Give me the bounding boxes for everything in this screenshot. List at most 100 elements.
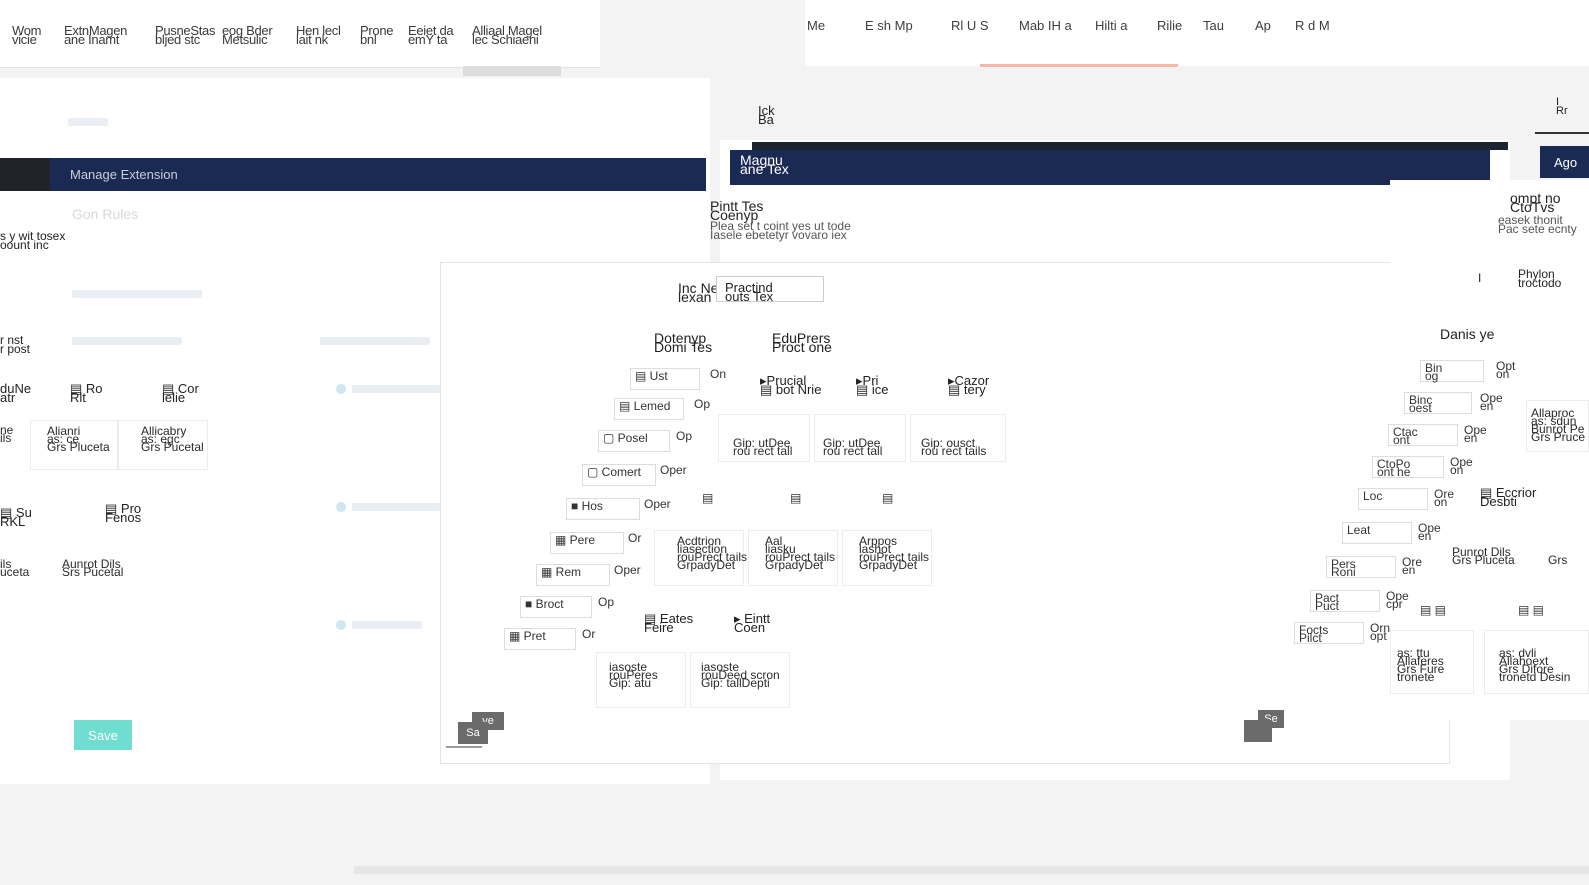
card-text: rou rect tall bbox=[733, 444, 793, 458]
product-card[interactable]: Gip: utDee rou rect tall bbox=[814, 414, 906, 462]
placeholder-bar bbox=[352, 503, 442, 511]
option-subtext: Roni bbox=[1331, 565, 1356, 579]
option-text: Posel bbox=[617, 431, 648, 445]
column-header: ▤ Cor lelie bbox=[162, 382, 199, 404]
option-item[interactable]: ▦ Pere bbox=[550, 532, 624, 554]
center-panel-header: Magnu ane Tex bbox=[730, 150, 1490, 185]
nav-item[interactable]: Hilti a bbox=[1095, 18, 1128, 33]
column-sublabel: ▤ ice bbox=[856, 382, 889, 397]
left-panel-header: Manage Extension bbox=[0, 158, 706, 191]
option-item[interactable]: Bin og bbox=[1420, 360, 1484, 382]
nav-tab[interactable]: Prone bnl bbox=[360, 24, 394, 46]
product-card[interactable]: Allicabry as: egc Grs Pucetal bbox=[118, 420, 208, 470]
nav-tab[interactable]: ExtnMagen ane Inamt bbox=[64, 24, 127, 46]
option-item[interactable]: Focts Pilct bbox=[1294, 622, 1364, 644]
option-text: Pret bbox=[523, 629, 546, 643]
option-item[interactable]: ▦ Rem bbox=[536, 564, 610, 586]
nav-tab-active[interactable]: Alliaal Magel lec Schiaeni bbox=[472, 24, 542, 47]
card-text: rou rect tall bbox=[823, 444, 883, 458]
nav-tab[interactable]: Eeiet da emY ta bbox=[408, 24, 454, 46]
nav-item[interactable]: Tau bbox=[1203, 18, 1224, 33]
option-item[interactable]: ▦ Pret bbox=[504, 628, 576, 650]
product-card[interactable]: Gip: utDee rou rect tall bbox=[718, 414, 810, 462]
nav-item[interactable]: Rl U S bbox=[951, 18, 989, 33]
product-card[interactable]: Alianri as: ce Grs Pluceta bbox=[30, 420, 118, 470]
option-item[interactable]: ▢ Posel bbox=[598, 430, 670, 452]
nav-tab-sublabel: vicie bbox=[12, 32, 37, 47]
option-item[interactable]: Pact Puct bbox=[1310, 590, 1380, 612]
divider bbox=[1535, 132, 1589, 134]
option-item[interactable]: CtoPo ont he bbox=[1372, 456, 1444, 478]
nav-tab-sublabel: lec Schiaeni bbox=[472, 32, 539, 47]
divider bbox=[446, 746, 482, 748]
grid-icon: ▤ bbox=[790, 491, 802, 505]
product-card[interactable]: as: dvli Allahoext Grs Difore tronetd Desin bbox=[1484, 630, 1589, 694]
save-button[interactable]: Sa bbox=[458, 722, 488, 744]
product-card[interactable]: ne ils bbox=[0, 420, 30, 460]
row-header: ▸ Eintt Coen bbox=[734, 612, 770, 635]
nav-tab[interactable]: Wom vicie bbox=[12, 24, 42, 47]
save-button[interactable]: Save bbox=[74, 720, 132, 750]
status-dot bbox=[336, 384, 346, 394]
option-text: Hos bbox=[581, 499, 603, 513]
option-item[interactable]: Loc bbox=[1358, 488, 1428, 510]
nav-item[interactable]: Ap bbox=[1255, 18, 1271, 33]
option-item[interactable]: ■ Broct bbox=[520, 596, 592, 618]
option-subtext: oest bbox=[1409, 401, 1432, 415]
option-item[interactable]: ▢ Comert bbox=[582, 464, 656, 486]
column-sublabel: ▤ bot Nrie bbox=[760, 382, 822, 397]
product-card[interactable]: iasoste rouPeres Gip: atu bbox=[596, 652, 686, 708]
product-card[interactable]: iasoste rouDeed scron Gip: tallDepti bbox=[690, 652, 790, 708]
option-subtext: Puct bbox=[1315, 599, 1340, 613]
nav-item[interactable]: R d M bbox=[1295, 18, 1330, 33]
option-label: Op bbox=[694, 397, 711, 411]
option-text: Broct bbox=[535, 597, 564, 611]
option-item[interactable]: Binc oest bbox=[1404, 392, 1472, 414]
label: r post bbox=[0, 342, 31, 356]
option-item[interactable]: ■ Hos bbox=[566, 498, 640, 520]
product-card[interactable]: Arppos lashot rouPrect tails GrpadyDet bbox=[842, 530, 932, 586]
card-text: Srs Pucetal bbox=[62, 565, 124, 579]
label: Rr bbox=[1556, 105, 1568, 117]
back-link[interactable]: Ba bbox=[758, 113, 775, 126]
nav-tab[interactable]: PusneStas bljed stc bbox=[155, 24, 215, 46]
name-input[interactable]: Practind outs Tex bbox=[716, 276, 824, 303]
section-heading: Domi Tes bbox=[654, 339, 713, 355]
column-header: ▤ Ro Rlt bbox=[70, 382, 103, 404]
row-sublabel: Fenos bbox=[105, 510, 142, 525]
nav-item[interactable]: E sh Mp bbox=[865, 18, 913, 33]
description-text: Pac sete ecnty bbox=[1498, 222, 1577, 236]
nav-item[interactable]: Me bbox=[807, 18, 825, 33]
nav-item[interactable]: Mab IH a bbox=[1019, 18, 1072, 33]
option-item[interactable]: Leat bbox=[1342, 522, 1412, 544]
product-card[interactable]: as: ttu Allaferes Grs Fure tronete bbox=[1390, 630, 1474, 694]
status-dot bbox=[336, 502, 346, 512]
product-card[interactable]: Acdtrion liasection rouPrect tails GrpadyDe… bbox=[654, 530, 747, 586]
card-text: Grs Pruce bbox=[1531, 430, 1586, 444]
option-label: Op bbox=[598, 595, 615, 609]
nav-underline bbox=[980, 64, 1178, 67]
column-header: ▸Prucial ▤ bot Nrie bbox=[760, 374, 822, 397]
action-button-shadow bbox=[1244, 720, 1272, 742]
nav-item[interactable]: Rilie bbox=[1157, 18, 1182, 33]
label: troctodo bbox=[1518, 276, 1562, 290]
product-card[interactable]: Gip: ousct rou rect tails bbox=[910, 414, 1006, 462]
placeholder-bar bbox=[320, 337, 430, 345]
option-subtext: og bbox=[1425, 369, 1439, 383]
nav-tab[interactable]: eog Bder Metsulic bbox=[222, 24, 273, 46]
active-tab-indicator bbox=[463, 66, 561, 76]
product-card[interactable]: Allaproc as: sdun Bunrot Pe Grs Pruce bbox=[1526, 400, 1589, 452]
option-item[interactable]: ▤ Lemed bbox=[614, 398, 684, 420]
option-item[interactable]: Ctac ont bbox=[1388, 424, 1458, 446]
right-top-navbar: Me E sh Mp Rl U S Mab IH a Hilti a Rilie… bbox=[805, 0, 1589, 66]
option-text: Comert bbox=[601, 465, 642, 479]
nav-tab[interactable]: Hen lecl lait nk bbox=[296, 24, 341, 46]
row-sublabel: Coen bbox=[734, 620, 766, 635]
card-text: tronetd Desin bbox=[1499, 670, 1571, 684]
option-item[interactable]: ▤ Ust bbox=[630, 368, 700, 390]
option-subtext: Pilct bbox=[1299, 631, 1322, 645]
option-item[interactable]: Pers Roni bbox=[1326, 556, 1396, 578]
option-text: Leat bbox=[1347, 523, 1371, 537]
option-text: Ust bbox=[649, 369, 668, 383]
product-card[interactable]: Aal liasku rouPrect tails GrpadyDet bbox=[748, 530, 838, 586]
